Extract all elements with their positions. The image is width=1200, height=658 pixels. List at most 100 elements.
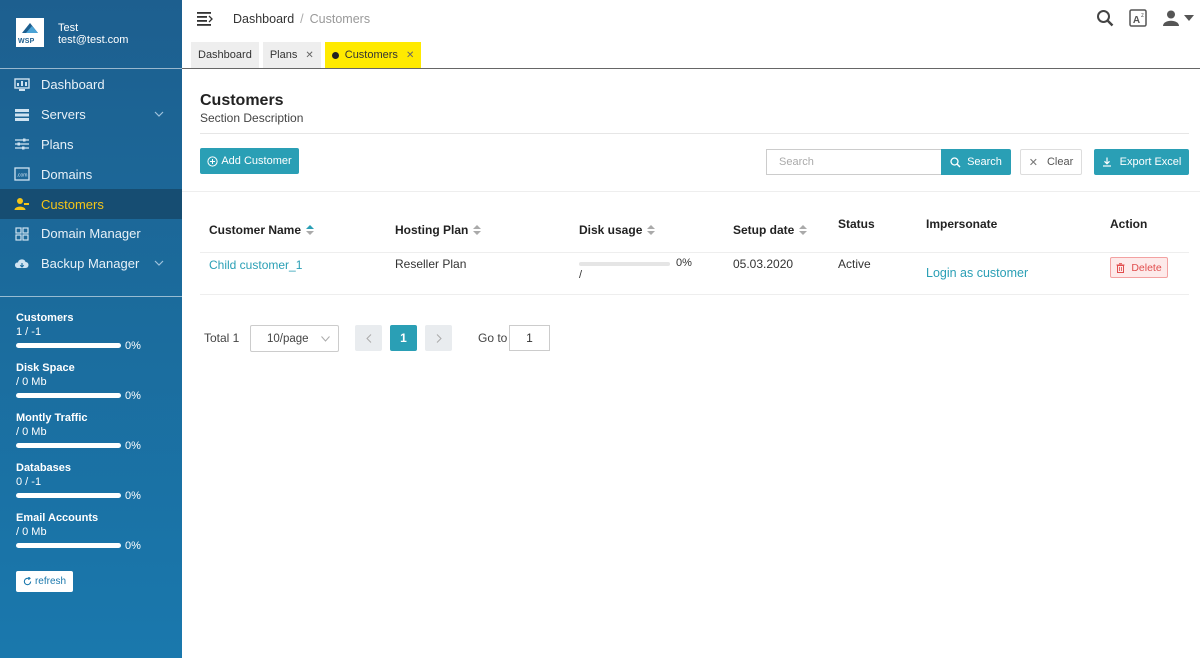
breadcrumb-separator: /: [300, 12, 304, 26]
column-header-impersonate: Impersonate: [926, 217, 997, 231]
stat-progress-bar: [16, 443, 121, 449]
export-excel-button[interactable]: Export Excel: [1094, 149, 1189, 175]
tab-dashboard[interactable]: Dashboard: [191, 42, 259, 68]
next-page-button[interactable]: [425, 325, 452, 351]
stat-customers: Customers 1 / -1 0%: [16, 312, 182, 362]
stat-value: 1 / -1: [16, 325, 42, 338]
sidebar-item-plans[interactable]: Plans: [0, 130, 182, 160]
chevron-down-icon: [154, 111, 164, 117]
stat-value: 0 / -1: [16, 475, 42, 488]
column-header-disk-usage[interactable]: Disk usage: [579, 223, 656, 237]
table-row-divider: [200, 294, 1189, 295]
column-header-customer-name[interactable]: Customer Name: [209, 223, 315, 237]
stat-disk-space: Disk Space / 0 Mb 0%: [16, 362, 182, 412]
prev-page-button[interactable]: [355, 325, 382, 351]
sidebar-item-domain-manager[interactable]: Domain Manager: [0, 219, 182, 249]
app-logo: WSP: [16, 18, 44, 47]
sidebar-item-customers[interactable]: Customers: [0, 189, 182, 219]
search-button[interactable]: Search: [941, 149, 1011, 175]
divider: [200, 133, 1189, 134]
login-as-customer-link[interactable]: Login as customer: [926, 266, 1028, 280]
customers-icon: [14, 197, 30, 211]
stat-value: / 0 Mb: [16, 375, 47, 388]
user-icon[interactable]: [1162, 9, 1180, 27]
search-input[interactable]: [766, 149, 942, 175]
sidebar-item-domains[interactable]: .com Domains: [0, 159, 182, 189]
stat-value: / 0 Mb: [16, 525, 47, 538]
plans-icon: [14, 137, 30, 151]
breadcrumb: Dashboard / Customers: [233, 12, 370, 26]
tab-label: Customers: [344, 49, 398, 61]
add-customer-button[interactable]: Add Customer: [200, 148, 299, 174]
tab-plans[interactable]: Plans ✕: [262, 42, 321, 68]
stat-progress-bar: [16, 393, 121, 399]
stat-percent: 0%: [125, 539, 141, 552]
sidebar-item-dashboard[interactable]: Dashboard: [0, 70, 182, 100]
tab-customers[interactable]: Customers ✕: [324, 42, 422, 68]
topbar: Dashboard / Customers Az: [182, 0, 1200, 40]
page-description: Section Description: [200, 111, 304, 125]
trash-icon: [1116, 262, 1125, 273]
dashboard-icon: [14, 78, 30, 92]
stat-percent: 0%: [125, 489, 141, 502]
customer-name-link[interactable]: Child customer_1: [209, 258, 302, 272]
breadcrumb-home[interactable]: Dashboard: [233, 12, 294, 26]
tab-label: Dashboard: [198, 49, 252, 61]
sidebar-item-label: Customers: [41, 196, 104, 212]
page-number-button[interactable]: 1: [390, 325, 417, 351]
sort-icon[interactable]: [799, 225, 808, 235]
pagination-total: Total 1: [204, 331, 240, 345]
stat-progress-bar: [16, 543, 121, 549]
chevron-right-icon: [436, 333, 442, 343]
stat-email-accounts: Email Accounts / 0 Mb 0%: [16, 512, 182, 562]
top-icons: Az: [1096, 9, 1200, 27]
chevron-down-icon: [321, 336, 330, 342]
user-panel: WSP Test test@test.com: [0, 0, 182, 68]
caret-down-icon[interactable]: [1184, 14, 1194, 22]
sort-icon[interactable]: [473, 225, 482, 235]
chevron-left-icon: [365, 333, 371, 343]
column-header-label: Customer Name: [209, 223, 302, 237]
domains-icon: .com: [14, 167, 30, 181]
tab-label: Plans: [269, 49, 298, 61]
chevron-down-icon: [154, 260, 164, 266]
sort-icon[interactable]: [306, 225, 315, 235]
setup-date-cell: 05.03.2020: [733, 257, 794, 271]
hosting-plan-cell: Reseller Plan: [395, 257, 467, 271]
page-size-select[interactable]: 10/page: [250, 325, 339, 352]
search-icon[interactable]: [1096, 9, 1114, 27]
column-header-setup-date[interactable]: Setup date: [733, 223, 808, 237]
sort-icon[interactable]: [647, 225, 656, 235]
sidebar: WSP Test test@test.com Dashboard Servers…: [0, 0, 182, 658]
goto-page-input[interactable]: [509, 325, 550, 351]
search-icon: [950, 156, 961, 167]
delete-button[interactable]: Delete: [1110, 257, 1168, 278]
domain-manager-icon: [14, 227, 30, 241]
column-header-hosting-plan[interactable]: Hosting Plan: [395, 223, 482, 237]
sidebar-item-servers[interactable]: Servers: [0, 100, 182, 130]
sidebar-item-label: Domain Manager: [41, 226, 141, 242]
close-icon[interactable]: ✕: [305, 50, 313, 61]
clear-button-label: Clear: [1046, 156, 1074, 168]
clear-button[interactable]: ✕ Clear: [1020, 149, 1082, 175]
column-header-action: Action: [1110, 217, 1147, 231]
refresh-button[interactable]: refresh: [16, 570, 73, 592]
disk-usage-percent: 0%: [676, 257, 692, 269]
sidebar-item-backup-manager[interactable]: Backup Manager: [0, 249, 182, 279]
translate-icon[interactable]: Az: [1129, 9, 1147, 27]
add-circle-icon: [207, 155, 218, 167]
close-icon[interactable]: ✕: [406, 50, 414, 61]
refresh-label: refresh: [34, 575, 67, 587]
page-title: Customers: [200, 92, 284, 109]
backup-manager-icon: [14, 257, 30, 271]
add-customer-label: Add Customer: [221, 155, 292, 167]
servers-icon: [14, 108, 30, 122]
refresh-icon: [23, 576, 32, 585]
close-icon: ✕: [1028, 156, 1038, 169]
user-name: Test: [58, 22, 79, 34]
status-cell: Active: [838, 257, 871, 271]
menu-toggle-icon[interactable]: [197, 12, 213, 26]
sidebar-item-label: Servers: [41, 107, 86, 123]
sidebar-item-label: Domains: [41, 166, 93, 182]
stat-title: Customers: [16, 311, 74, 324]
